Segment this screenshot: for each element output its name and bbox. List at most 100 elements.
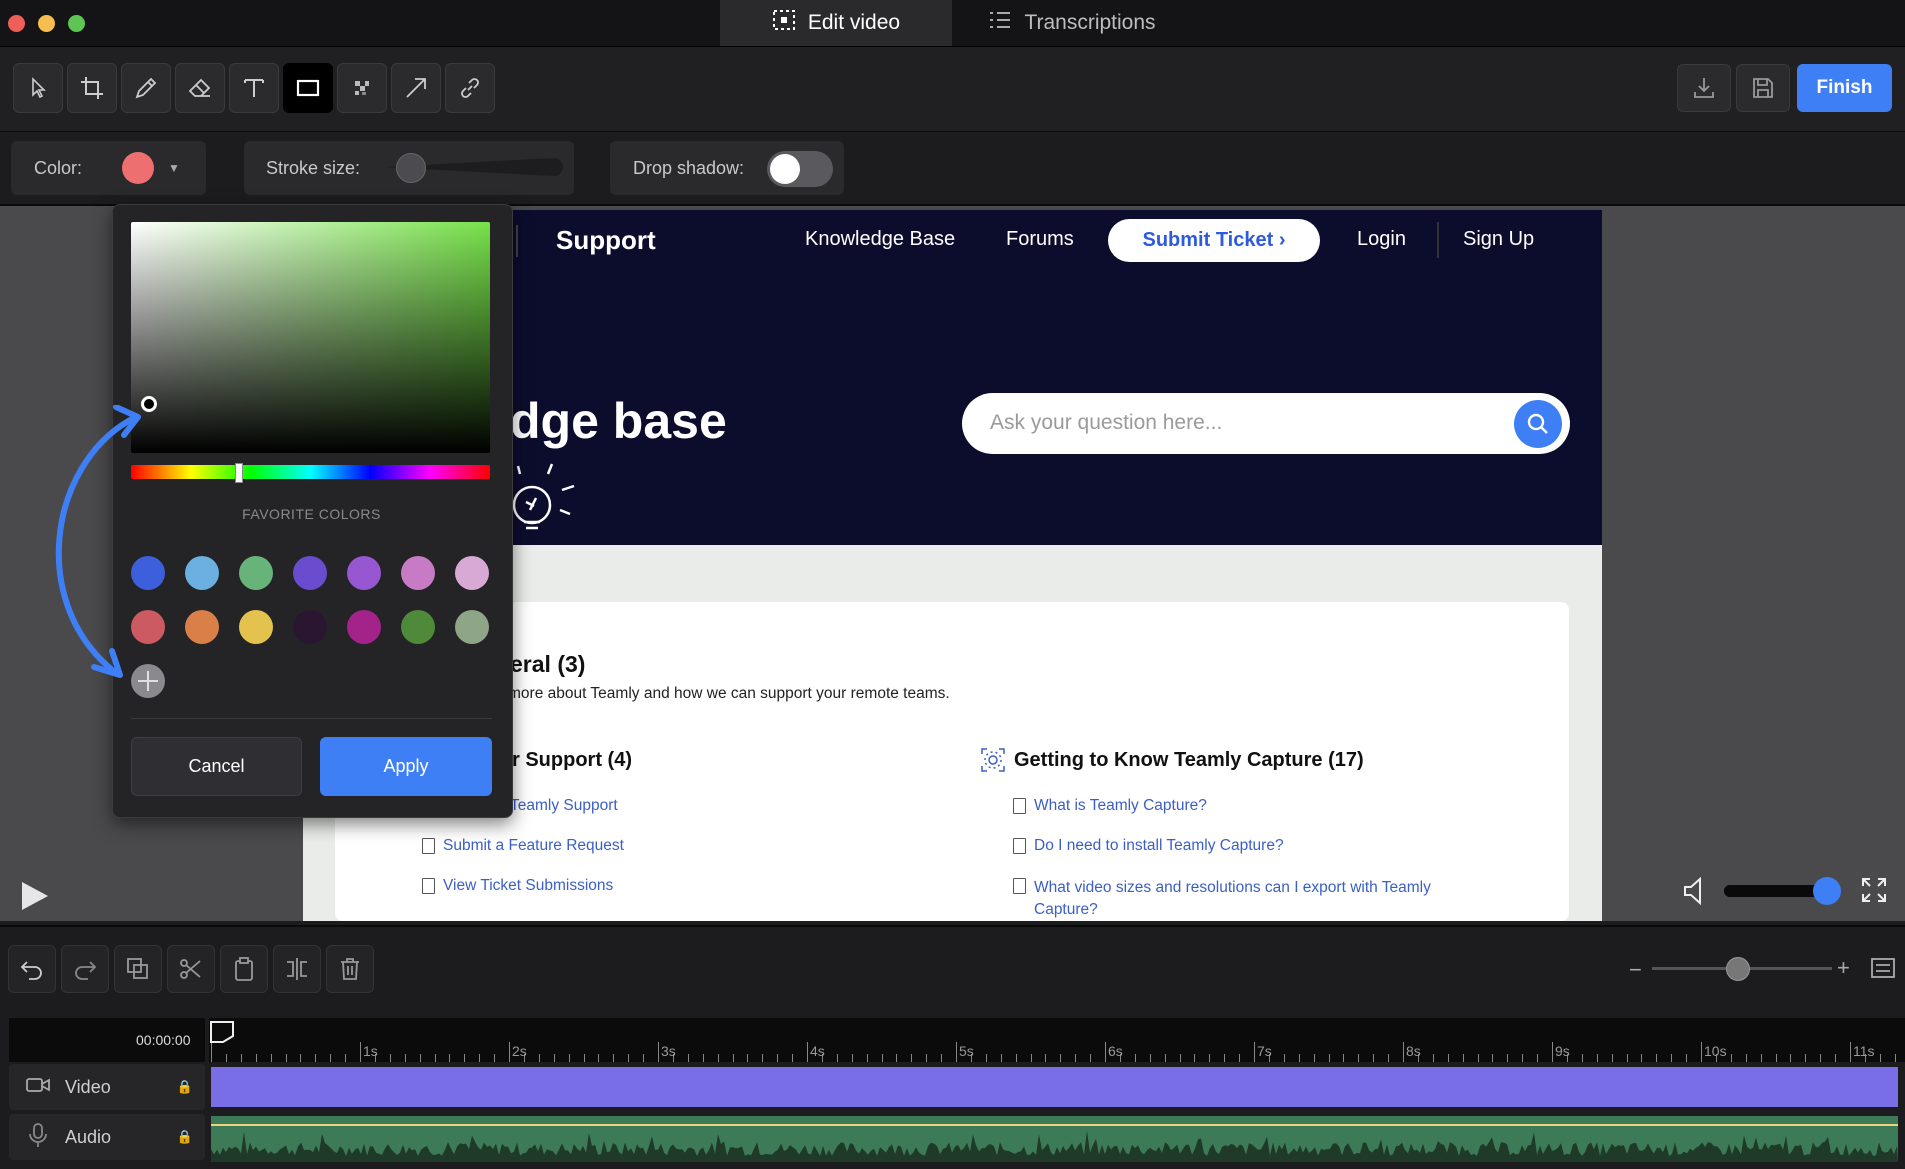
link-what-is-capture[interactable]: What is Teamly Capture? — [1013, 797, 1207, 815]
link-teamly-support[interactable]: Teamly Support — [510, 797, 618, 815]
play-button[interactable] — [20, 880, 50, 917]
track-label: Audio — [65, 1126, 112, 1147]
download-button[interactable] — [1677, 64, 1731, 112]
rectangle-tool-button[interactable] — [283, 63, 333, 113]
maximize-window-button[interactable] — [68, 15, 85, 32]
favorite-color-swatch[interactable] — [401, 556, 435, 590]
apply-button[interactable]: Apply — [320, 737, 492, 796]
fullscreen-button[interactable] — [1861, 877, 1887, 908]
favorite-color-swatch[interactable] — [293, 610, 327, 644]
drop-shadow-option: Drop shadow: — [610, 141, 844, 195]
ruler-tick — [1328, 1054, 1330, 1062]
lock-icon[interactable]: 🔒 — [177, 1079, 193, 1095]
favorite-color-swatch[interactable] — [347, 556, 381, 590]
minimize-window-button[interactable] — [38, 15, 55, 32]
stroke-size-knob[interactable] — [396, 153, 426, 183]
submit-ticket-button[interactable]: Submit Ticket › — [1108, 219, 1320, 262]
time-ruler[interactable]: 1s 2s 3s 4s 5s 6s 7s 8s 9s 10s 11s — [209, 1018, 1905, 1062]
clipboard-icon — [235, 957, 253, 981]
ruler-tick — [911, 1054, 913, 1062]
link-ticket-submissions[interactable]: View Ticket Submissions — [422, 877, 613, 895]
finish-button[interactable]: Finish — [1797, 64, 1892, 112]
section-general-title: eral (3) — [510, 651, 586, 677]
delete-button[interactable] — [326, 945, 374, 993]
volume-button[interactable] — [1682, 876, 1708, 911]
search-icon — [1527, 413, 1548, 434]
paste-button[interactable] — [220, 945, 268, 993]
favorite-color-swatch[interactable] — [239, 556, 273, 590]
favorite-color-swatch[interactable] — [347, 610, 381, 644]
nav-login[interactable]: Login — [1357, 228, 1406, 251]
ruler-tick — [792, 1054, 794, 1062]
nav-knowledge-base[interactable]: Knowledge Base — [805, 228, 955, 251]
link-tool-button[interactable] — [445, 63, 495, 113]
lock-icon[interactable]: 🔒 — [177, 1129, 193, 1145]
tab-edit-video[interactable]: Edit video — [720, 0, 952, 46]
split-icon — [287, 958, 307, 980]
nav-sign-up[interactable]: Sign Up — [1463, 228, 1534, 251]
tab-transcriptions[interactable]: Transcriptions — [952, 0, 1192, 46]
ruler-tick — [896, 1054, 898, 1062]
zoom-knob[interactable] — [1726, 957, 1750, 981]
hue-slider-handle[interactable] — [235, 463, 243, 483]
favorite-color-swatch[interactable] — [455, 556, 489, 590]
duplicate-button[interactable] — [114, 945, 162, 993]
ruler-tick — [360, 1042, 361, 1062]
select-tool-button[interactable] — [13, 63, 63, 113]
ruler-tick — [1879, 1054, 1881, 1062]
arrow-tool-button[interactable] — [391, 63, 441, 113]
saturation-value-area[interactable] — [131, 222, 490, 453]
favorite-color-swatch[interactable] — [455, 610, 489, 644]
fit-timeline-button[interactable] — [1870, 955, 1896, 986]
ruler-tick — [1432, 1054, 1434, 1062]
favorite-color-swatch[interactable] — [185, 556, 219, 590]
ruler-tick — [449, 1054, 451, 1062]
hue-slider[interactable] — [131, 465, 490, 479]
link-install-capture[interactable]: Do I need to install Teamly Capture? — [1013, 837, 1284, 855]
zoom-out-icon[interactable]: − — [1629, 957, 1642, 983]
video-clip[interactable] — [211, 1067, 1898, 1107]
ruler-tick — [1522, 1054, 1524, 1062]
favorite-color-swatch[interactable] — [401, 610, 435, 644]
redo-button[interactable] — [61, 945, 109, 993]
blur-tool-button[interactable] — [337, 63, 387, 113]
chevron-down-icon[interactable]: ▼ — [168, 161, 180, 175]
undo-button[interactable] — [8, 945, 56, 993]
lightbulb-icon — [508, 460, 588, 549]
search-button[interactable] — [1514, 400, 1562, 448]
ruler-tick — [1656, 1054, 1658, 1062]
save-button[interactable] — [1736, 64, 1790, 112]
zoom-in-icon[interactable]: + — [1837, 955, 1850, 981]
nav-forums[interactable]: Forums — [1006, 228, 1074, 251]
ruler-tick — [330, 1054, 332, 1062]
video-camera-icon — [25, 1075, 51, 1100]
link-feature-request[interactable]: Submit a Feature Request — [422, 837, 624, 855]
ruler-tick — [1134, 1054, 1136, 1062]
close-window-button[interactable] — [8, 15, 25, 32]
favorite-color-swatch[interactable] — [293, 556, 327, 590]
text-tool-button[interactable] — [229, 63, 279, 113]
cut-button[interactable] — [167, 945, 215, 993]
favorite-color-swatch[interactable] — [239, 610, 273, 644]
cancel-button[interactable]: Cancel — [131, 737, 302, 796]
pencil-tool-button[interactable] — [121, 63, 171, 113]
playhead[interactable] — [209, 1020, 237, 1044]
eraser-tool-button[interactable] — [175, 63, 225, 113]
search-input[interactable]: Ask your question here... — [990, 411, 1222, 435]
split-button[interactable] — [273, 945, 321, 993]
document-icon — [1013, 878, 1026, 894]
audio-clip[interactable] — [211, 1116, 1898, 1162]
crop-tool-button[interactable] — [67, 63, 117, 113]
color-swatch-button[interactable] — [122, 152, 155, 184]
drop-shadow-toggle[interactable] — [767, 151, 833, 187]
list-icon — [988, 9, 1012, 37]
link-label: What is Teamly Capture? — [1034, 797, 1207, 814]
favorite-color-swatch[interactable] — [185, 610, 219, 644]
link-icon — [461, 78, 479, 98]
ruler-tick — [1775, 1054, 1777, 1062]
link-label: What video sizes and resolutions can I e… — [1034, 879, 1431, 918]
volume-knob[interactable] — [1813, 877, 1841, 905]
link-video-sizes[interactable]: What video sizes and resolutions can I e… — [1013, 877, 1473, 921]
ruler-tick — [1492, 1054, 1494, 1062]
tab-label: Edit video — [807, 11, 901, 34]
